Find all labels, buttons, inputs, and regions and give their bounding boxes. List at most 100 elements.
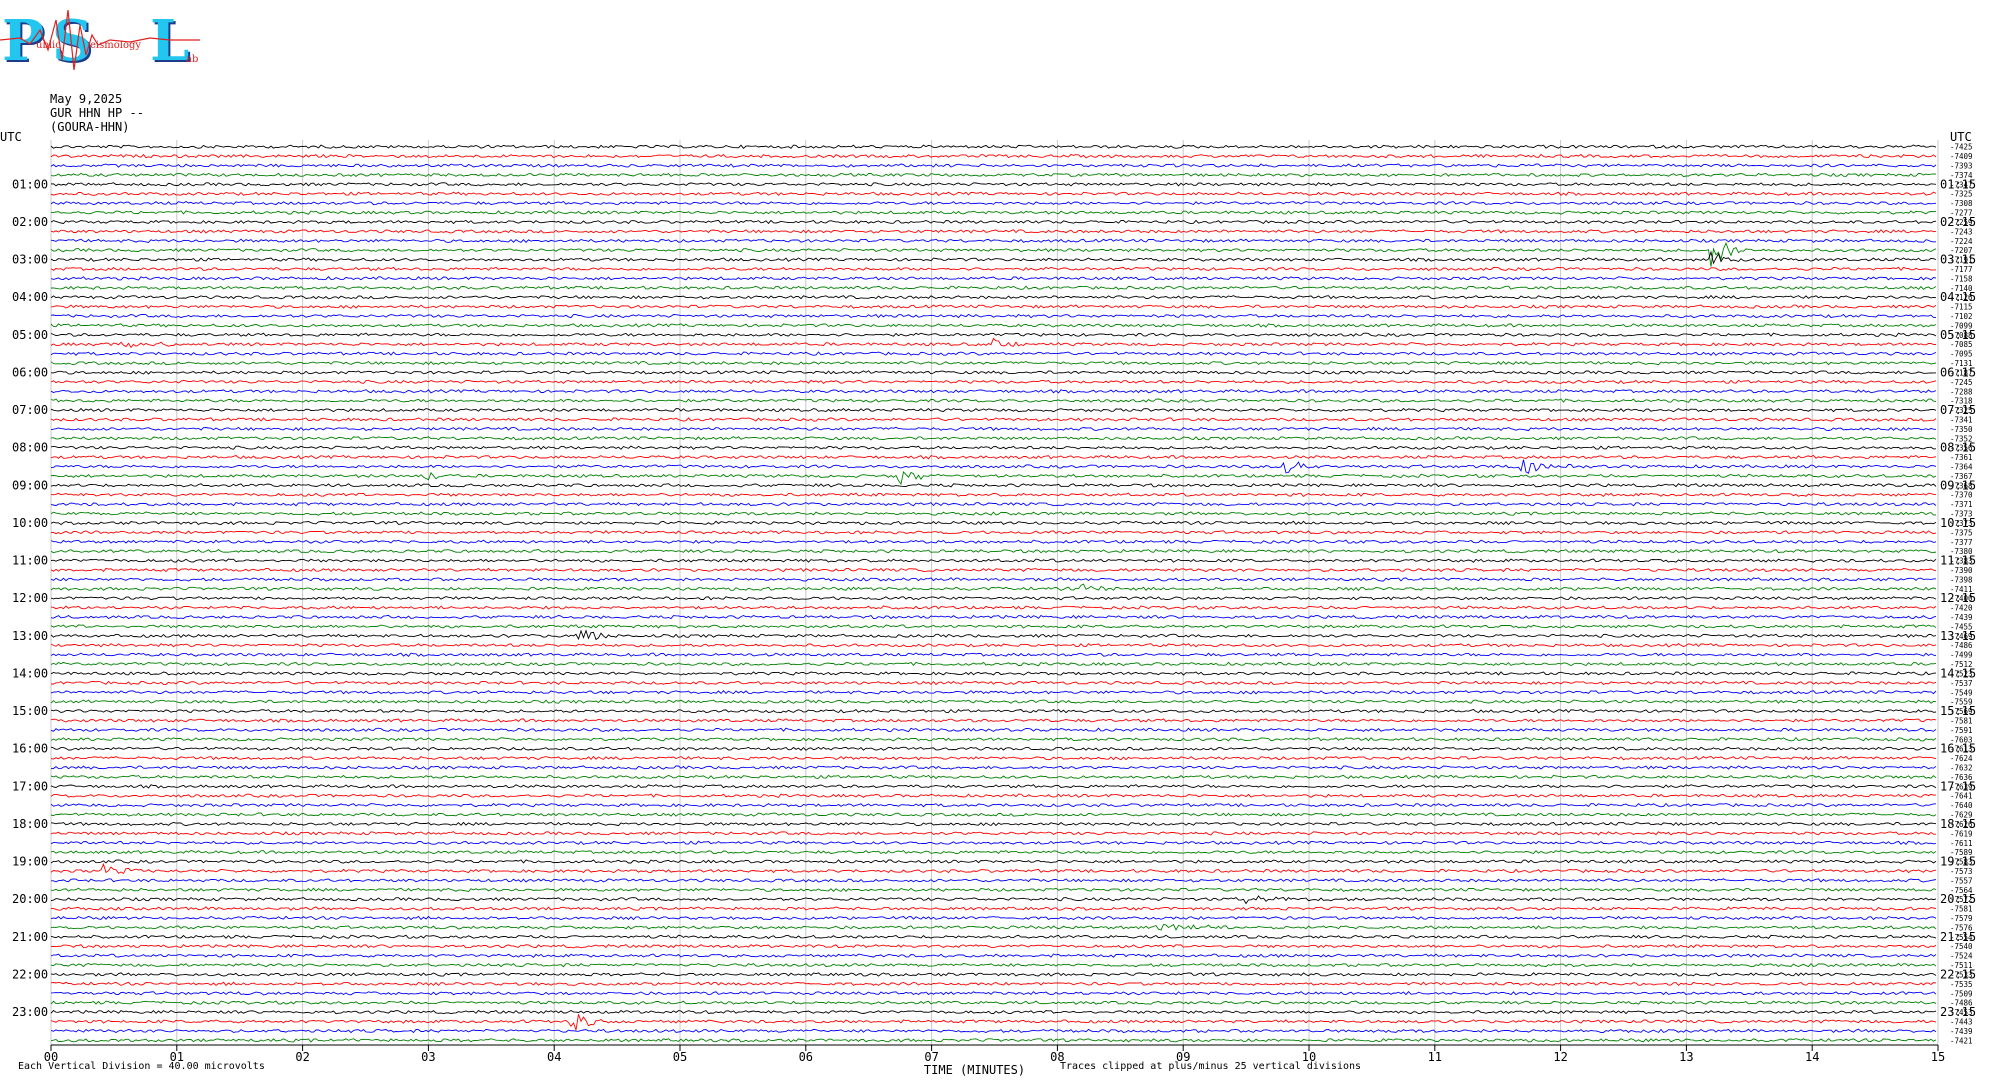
trace-offset-label: -7411 [1950, 585, 1973, 594]
seismic-trace-27 [50, 398, 1937, 403]
seismic-trace-18 [50, 313, 1936, 319]
trace-offset-label: -7549 [1950, 688, 1973, 697]
trace-offset-label: -7535 [1950, 980, 1973, 989]
trace-offset-label: -7557 [1950, 876, 1973, 885]
seismic-trace-77 [50, 862, 1937, 875]
trace-offset-label: -7603 [1950, 735, 1973, 744]
seismic-trace-62 [50, 727, 1937, 733]
trace-offset-label: -7579 [1950, 914, 1973, 923]
trace-offset-label: -7085 [1950, 340, 1973, 349]
trace-offset-label: -7361 [1950, 453, 1973, 462]
seismic-trace-84 [50, 934, 1937, 939]
trace-offset-label: -7371 [1950, 500, 1973, 509]
trace-offset-label: -7370 [1950, 491, 1973, 500]
x-tick-label: 15 [1931, 1050, 1945, 1064]
trace-offset-label: -7524 [1950, 952, 1973, 961]
seismic-trace-39 [50, 511, 1937, 516]
trace-offset-label: -7390 [1950, 566, 1973, 575]
trace-offset-label: -7523 [1950, 669, 1973, 678]
trace-offset-label: -7420 [1950, 604, 1973, 613]
trace-offset-label: -7375 [1950, 528, 1973, 537]
seismic-trace-40 [50, 520, 1937, 526]
left-hour-label: 20:00 [12, 892, 48, 906]
trace-offset-label: -7611 [1950, 839, 1973, 848]
trace-offset-label: -7318 [1950, 397, 1973, 406]
seismic-trace-8 [50, 219, 1937, 225]
seismic-trace-78 [51, 878, 1937, 883]
left-axis-label: UTC [0, 130, 22, 144]
trace-offset-label: -7350 [1950, 425, 1973, 434]
left-hour-label: 18:00 [12, 817, 48, 831]
seismic-trace-57 [51, 680, 1937, 686]
seismic-trace-17 [50, 304, 1937, 309]
seismic-trace-46 [50, 577, 1937, 582]
seismic-trace-65 [50, 755, 1937, 761]
seismic-trace-49 [50, 605, 1937, 610]
seismic-trace-70 [50, 802, 1937, 808]
trace-offset-label: -7632 [1950, 764, 1973, 773]
trace-offset-label: -7356 [1950, 444, 1973, 453]
seismic-trace-83 [50, 923, 1937, 931]
trace-offset-label: -7455 [1950, 622, 1973, 631]
x-tick-label: 12 [1553, 1050, 1567, 1064]
left-hour-label: 21:00 [12, 930, 48, 944]
left-hour-label: 19:00 [12, 855, 48, 869]
seismic-trace-43 [50, 549, 1937, 554]
trace-offset-label: -7537 [1950, 679, 1973, 688]
seismic-trace-81 [50, 906, 1937, 911]
seismic-trace-33 [50, 454, 1937, 460]
trace-offset-label: -7207 [1950, 246, 1973, 255]
left-hour-label: 08:00 [12, 441, 48, 455]
seismic-trace-53 [50, 643, 1937, 648]
seismic-trace-10 [50, 238, 1937, 243]
seismic-trace-0 [50, 144, 1937, 149]
trace-offset-label: -7559 [1950, 698, 1973, 707]
trace-offset-label: -7583 [1950, 858, 1973, 867]
trace-offset-label: -7572 [1950, 895, 1973, 904]
trace-offset-label: -7486 [1950, 641, 1973, 650]
seismic-trace-24 [50, 370, 1936, 375]
trace-offset-label: -7499 [1950, 651, 1973, 660]
seismic-trace-42 [50, 539, 1937, 544]
trace-offset-label: -7187 [1950, 368, 1973, 377]
seismic-trace-35 [50, 470, 1937, 486]
seismic-trace-32 [50, 445, 1937, 450]
seismic-trace-13 [50, 266, 1936, 272]
x-tick-label: 07 [924, 1050, 938, 1064]
seismic-trace-22 [50, 351, 1937, 356]
trace-offset-label: -7453 [1950, 1008, 1973, 1017]
helicorder-plot: UTC UTC01:0002:0003:0004:0005:0006:0007:0… [0, 130, 1976, 1077]
trace-offset-label: -7367 [1950, 472, 1973, 481]
seismic-trace-12 [50, 250, 1937, 265]
left-hour-label: 01:00 [12, 177, 48, 191]
seismic-trace-31 [50, 436, 1937, 441]
trace-offset-label: -7512 [1950, 660, 1973, 669]
seismic-trace-76 [50, 859, 1937, 864]
seismic-trace-75 [50, 849, 1937, 855]
trace-offset-label: -7099 [1950, 321, 1973, 330]
trace-offset-label: -7576 [1950, 923, 1973, 932]
seismic-trace-45 [50, 567, 1937, 573]
left-hour-label: 03:00 [12, 253, 48, 267]
seismic-trace-56 [50, 671, 1937, 676]
trace-offset-label: -7325 [1950, 406, 1973, 415]
trace-offset-label: -7288 [1950, 387, 1973, 396]
seismic-trace-2 [50, 163, 1937, 168]
seismic-trace-82 [50, 915, 1937, 921]
seismic-trace-93 [50, 1014, 1937, 1032]
seismic-trace-63 [50, 737, 1937, 742]
trace-offset-label: -7191 [1950, 256, 1973, 265]
left-hour-label: 13:00 [12, 629, 48, 643]
trace-offset-label: -7619 [1950, 829, 1973, 838]
seismic-trace-9 [50, 229, 1937, 234]
trace-offset-label: -7277 [1950, 209, 1973, 218]
trace-offset-label: -7564 [1950, 886, 1973, 895]
left-hour-label: 22:00 [12, 967, 48, 981]
seismic-trace-64 [50, 746, 1937, 751]
trace-offset-label: -7325 [1950, 190, 1973, 199]
trace-offset-label: -7486 [1950, 999, 1973, 1008]
x-tick-label: 05 [673, 1050, 687, 1064]
seismic-trace-14 [50, 276, 1937, 281]
trace-offset-label: -7469 [1950, 632, 1973, 641]
seismic-trace-66 [50, 765, 1937, 770]
